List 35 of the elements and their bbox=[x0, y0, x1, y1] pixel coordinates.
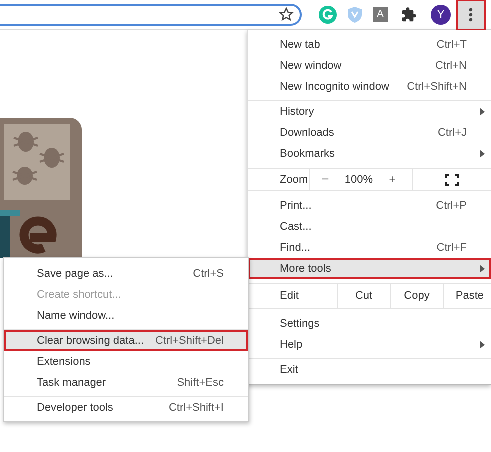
puzzle-icon[interactable] bbox=[401, 6, 417, 22]
edit-label: Edit bbox=[279, 290, 300, 302]
menu-button[interactable] bbox=[458, 0, 484, 28]
more-vertical-icon bbox=[469, 8, 473, 22]
menu-item[interactable]: New Incognito window Ctrl+Shift+N bbox=[248, 76, 491, 97]
star-icon[interactable] bbox=[279, 7, 294, 22]
edit-action-button[interactable]: Paste bbox=[443, 284, 491, 308]
menu-item[interactable]: Bookmarks bbox=[248, 143, 491, 164]
letter-tile-icon[interactable]: A bbox=[373, 7, 388, 22]
edit-action-button[interactable]: Copy bbox=[390, 284, 443, 308]
profile-avatar[interactable]: Y bbox=[431, 4, 451, 24]
menu-item[interactable]: Developer tools Ctrl+Shift+I bbox=[4, 397, 248, 418]
zoom-out-button[interactable]: – bbox=[309, 169, 341, 190]
fullscreen-icon[interactable] bbox=[445, 174, 459, 186]
menu-item[interactable]: History bbox=[248, 101, 491, 122]
menu-item[interactable]: Clear browsing data... Ctrl+Shift+Del bbox=[4, 330, 248, 351]
menu-item[interactable]: Downloads Ctrl+J bbox=[248, 122, 491, 143]
menu-item[interactable]: Name window... bbox=[4, 305, 248, 326]
menu-item[interactable]: Cast... bbox=[248, 216, 491, 237]
zoom-level: 100% bbox=[344, 174, 374, 186]
menu-item[interactable]: Save page as... Ctrl+S bbox=[4, 263, 248, 284]
menu-item[interactable]: Settings bbox=[248, 313, 491, 334]
menu-item[interactable]: Extensions bbox=[4, 351, 248, 372]
menu-item[interactable]: Task manager Shift+Esc bbox=[4, 372, 248, 393]
menu-item[interactable]: Help bbox=[248, 334, 491, 355]
address-bar[interactable] bbox=[0, 4, 302, 26]
menu-item[interactable]: Find... Ctrl+F bbox=[248, 237, 491, 258]
edit-action-button[interactable]: Cut bbox=[337, 284, 390, 308]
zoom-label: Zoom bbox=[279, 174, 309, 186]
menu-item[interactable]: Exit bbox=[248, 359, 491, 380]
menu-item[interactable]: More tools bbox=[248, 258, 491, 279]
zoom-in-button[interactable]: + bbox=[377, 174, 408, 186]
menu-item[interactable]: New window Ctrl+N bbox=[248, 55, 491, 76]
menu-item[interactable]: Print... Ctrl+P bbox=[248, 195, 491, 216]
menu-item[interactable]: New tab Ctrl+T bbox=[248, 34, 491, 55]
